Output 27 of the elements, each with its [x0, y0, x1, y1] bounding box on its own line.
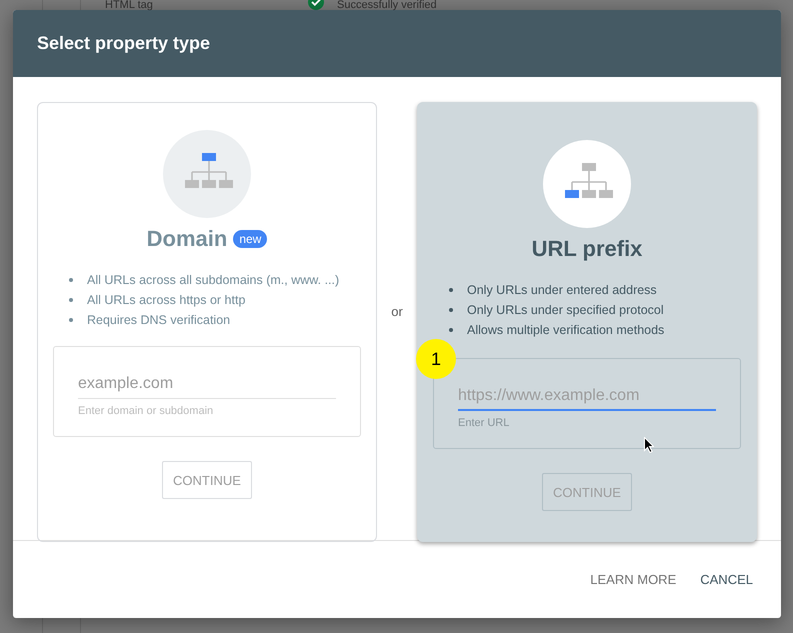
property-card[interactable]: URL prefix Only URLs under entered address Only URLs under specified protocol Allows multiple verification methods https://www.example.com Enter URL 1 CONTINUE [417, 102, 757, 542]
row-label: HTML tag [105, 0, 154, 10]
helper-text: Enter URL [458, 417, 510, 429]
continue-button[interactable]: CONTINUE [542, 473, 632, 511]
helper-text: Enter domain or subdomain [78, 405, 214, 417]
or-label: or [390, 304, 404, 318]
url-field[interactable]: example.com Enter domain or subdomain [53, 346, 361, 437]
new-badge: new [233, 230, 268, 248]
sitemap-icon [543, 140, 631, 228]
dialog-title: Select property type [37, 33, 210, 54]
bullet-text: Only URLs under entered address [467, 283, 657, 297]
bullet-text: All URLs across all subdomains (m., www. ...) [87, 273, 340, 287]
property-card[interactable]: Domain new All URLs across all subdomains (m., www. ...) All URLs across https or http Requires DNS verification example.com Enter domain or subdomain CONTINUE [37, 102, 377, 542]
continue-button[interactable]: CONTINUE [162, 461, 252, 499]
text-input[interactable]: https://www.example.com [458, 383, 716, 411]
card-title: URL prefix [532, 236, 642, 262]
bullet-text: All URLs across https or http [87, 293, 246, 307]
status-text: Successfully verified [337, 0, 437, 10]
bullet-text: Allows multiple verification methods [467, 323, 664, 337]
bullet-text: Requires DNS verification [87, 313, 230, 327]
sitemap-icon [163, 130, 251, 218]
card-title: Domain [146, 226, 228, 252]
cancel-button[interactable]: CANCEL [692, 564, 761, 595]
bullet-text: Only URLs under specified protocol [467, 303, 664, 317]
learn-more-button[interactable]: LEARN MORE [582, 564, 684, 595]
step-marker: 1 [416, 339, 456, 379]
cursor-icon [644, 437, 654, 453]
